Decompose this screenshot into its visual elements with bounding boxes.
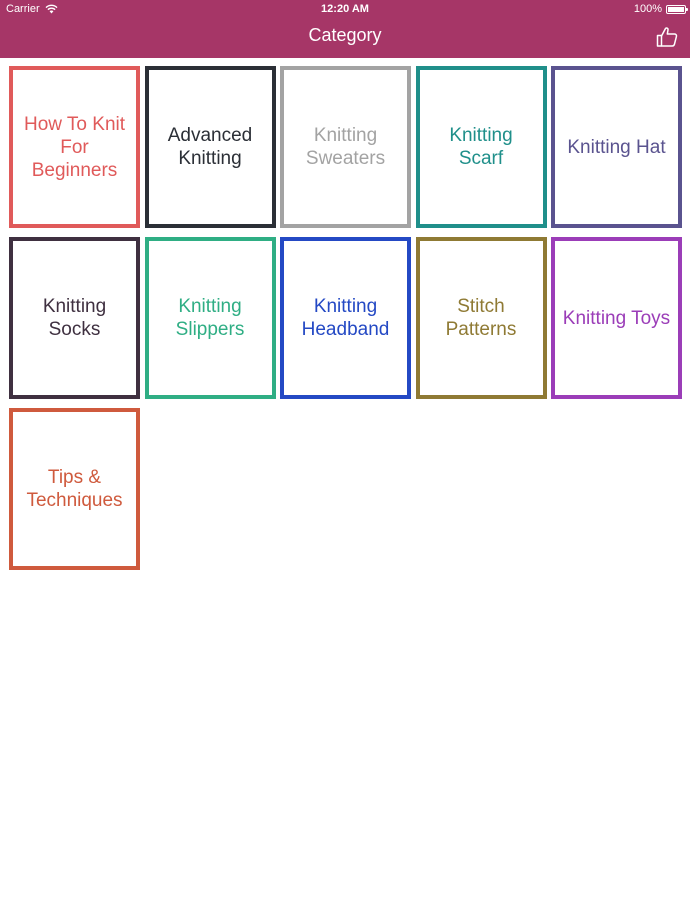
like-button[interactable]	[654, 24, 680, 50]
page-title: Category	[308, 25, 382, 45]
navigation-bar: Carrier 12:20 AM 100% Category	[0, 0, 690, 58]
battery-percent: 100%	[633, 3, 662, 15]
category-label: Knitting Socks	[42, 296, 107, 340]
category-tile-knitting-sweaters[interactable]: Knitting Sweaters	[280, 66, 411, 228]
nav-header: Category	[0, 22, 690, 52]
battery-icon	[666, 4, 688, 14]
category-tile-advanced-knitting[interactable]: Advanced Knitting	[144, 66, 276, 228]
category-label: Knitting Scarf	[449, 125, 513, 169]
category-label: Stitch Patterns	[445, 296, 517, 340]
category-label: Knitting Slippers	[175, 296, 245, 340]
category-tile-knitting-headband[interactable]: Knitting Headband	[280, 237, 411, 399]
category-tile-tips-and-techniques[interactable]: Tips & Techniques	[9, 408, 140, 570]
category-label: Knitting Hat	[567, 136, 666, 158]
category-tile-how-to-knit-for-beginners[interactable]: How To Knit For Beginners	[9, 66, 140, 228]
category-tile-knitting-socks[interactable]: Knitting Socks	[9, 237, 140, 399]
thumbs-up-icon	[656, 27, 678, 47]
category-label: How To Knit For Beginners	[23, 113, 126, 181]
battery-indicator: 100%	[633, 3, 688, 15]
category-tile-stitch-patterns[interactable]: Stitch Patterns	[415, 237, 547, 399]
category-label: Tips & Techniques	[26, 467, 123, 511]
status-time: 12:20 AM	[321, 3, 369, 15]
category-tile-knitting-hat[interactable]: Knitting Hat	[551, 66, 682, 228]
category-label: Knitting Toys	[562, 307, 671, 329]
category-label: Knitting Sweaters	[305, 125, 386, 169]
category-tile-knitting-scarf[interactable]: Knitting Scarf	[415, 66, 547, 228]
category-label: Advanced Knitting	[167, 125, 253, 169]
category-tile-knitting-toys[interactable]: Knitting Toys	[551, 237, 682, 399]
category-tile-knitting-slippers[interactable]: Knitting Slippers	[144, 237, 276, 399]
category-label: Knitting Headband	[301, 296, 390, 340]
status-bar: Carrier 12:20 AM 100%	[0, 0, 690, 18]
